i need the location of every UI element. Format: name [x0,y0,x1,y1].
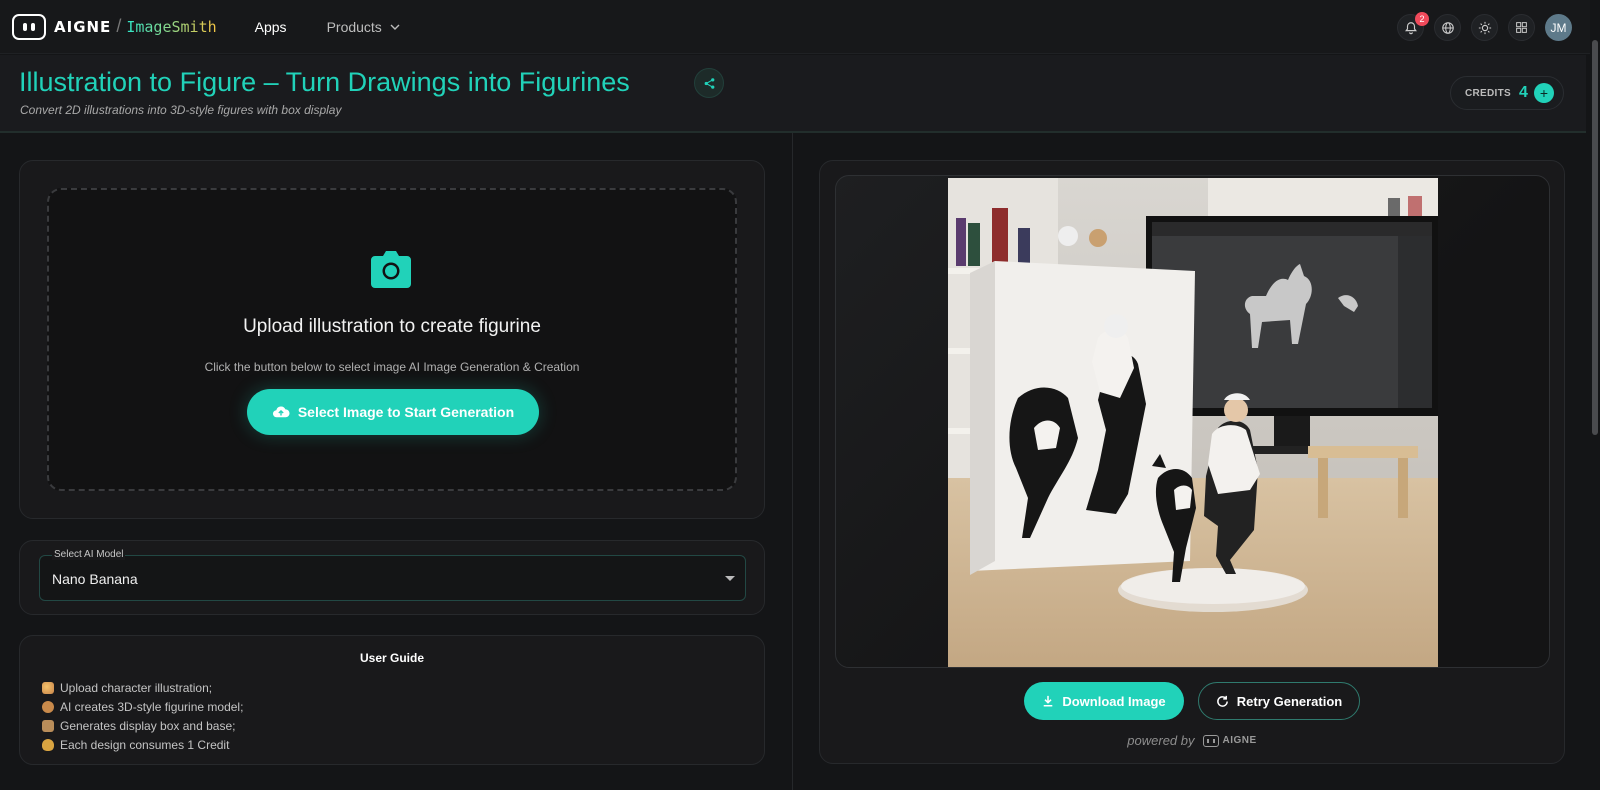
user-avatar[interactable]: JM [1545,14,1572,41]
retry-generation-label: Retry Generation [1236,693,1343,709]
user-guide-title: User Guide [359,651,425,665]
aigne-logo-icon [12,13,46,40]
guide-item: Each design consumes 1 Credit [42,735,243,754]
grid-icon [1516,22,1527,33]
retry-generation-button[interactable]: Retry Generation [1198,682,1360,720]
model-panel: Select AI Model Nano Banana [19,540,765,615]
scrollbar-thumb[interactable] [1592,40,1598,435]
share-button[interactable] [694,68,724,98]
download-image-label: Download Image [1062,693,1166,709]
main-nav: Apps Products [255,19,400,35]
product-name: ImageSmith [126,17,217,36]
nav-products-label: Products [326,18,382,35]
result-image-frame [835,175,1550,668]
model-select-value: Nano Banana [52,571,138,587]
caret-down-icon [725,576,735,581]
select-image-label: Select Image to Start Generation [297,404,515,420]
credits-value: 4 [1519,84,1528,101]
apps-grid-button[interactable] [1508,14,1535,41]
user-guide-list: Upload character illustration; AI create… [42,678,243,754]
guide-item-text: Each design consumes 1 Credit [60,737,230,752]
model-select[interactable]: Select AI Model Nano Banana [39,549,746,601]
guide-item-text: Generates display box and base; [60,718,236,733]
credits-pill: CREDITS 4 + [1450,76,1564,110]
download-icon [1044,695,1053,707]
sun-icon [1478,21,1491,34]
nav-products[interactable]: Products [327,19,400,35]
guide-item: AI creates 3D-style figurine model; [42,697,243,716]
upload-dropzone[interactable]: Upload illustration to create figurine C… [47,188,737,491]
page-subtitle: Convert 2D illustrations into 3D-style f… [20,103,342,117]
page-header: Illustration to Figure – Turn Drawings i… [0,55,1586,133]
brand-separator: / [116,16,122,36]
select-image-button[interactable]: Select Image to Start Generation [247,389,539,435]
camera-icon [371,251,411,288]
guide-item: Generates display box and base; [42,716,243,735]
page-scrollbar[interactable] [1590,0,1600,790]
upload-title: Upload illustration to create figurine [243,316,541,337]
top-navbar: AIGNE / ImageSmith Apps Products 2 JM [0,0,1600,54]
upload-panel: Upload illustration to create figurine C… [19,160,765,519]
notification-badge: 2 [1415,12,1429,26]
chevron-down-icon [390,24,400,30]
guide-item: Upload character illustration; [42,678,243,697]
powered-by: powered by AIGNE [820,733,1564,748]
result-actions: Download Image Retry Generation [1024,682,1360,720]
refresh-icon [1216,695,1228,707]
notifications-button[interactable]: 2 [1397,12,1429,41]
generated-figurine-image[interactable] [948,178,1438,668]
add-credits-button[interactable]: + [1533,83,1554,103]
cloud-upload-icon [272,406,290,418]
guide-item-text: AI creates 3D-style figurine model; [60,699,244,714]
nav-apps[interactable]: Apps [255,19,287,35]
guide-item-text: Upload character illustration; [60,680,213,695]
language-button[interactable] [1434,14,1461,41]
model-select-label: Select AI Model [52,549,126,560]
page-title: Illustration to Figure – Turn Drawings i… [19,67,630,97]
download-image-button[interactable]: Download Image [1024,682,1184,720]
teddy-bear-icon [42,700,54,713]
package-icon [42,719,54,732]
globe-icon [1441,21,1454,34]
powered-by-brand: AIGNE [1222,735,1257,746]
user-guide-panel: User Guide Upload character illustration… [19,635,765,765]
brand-name: AIGNE [54,17,112,36]
palette-icon [42,681,54,694]
theme-toggle-button[interactable] [1471,14,1498,41]
money-bag-icon [42,738,54,751]
powered-by-logo[interactable]: AIGNE [1202,734,1257,747]
share-icon [704,77,714,89]
topbar-actions: 2 JM [1397,12,1572,41]
aigne-logo-icon [1202,734,1219,747]
upload-hint: Click the button below to select image A… [204,360,580,374]
brand-logo[interactable]: AIGNE / ImageSmith [12,13,217,40]
powered-by-label: powered by [1127,733,1195,748]
result-panel: Download Image Retry Generation powered … [819,160,1565,764]
column-divider [792,133,793,790]
credits-label: CREDITS [1465,87,1511,99]
